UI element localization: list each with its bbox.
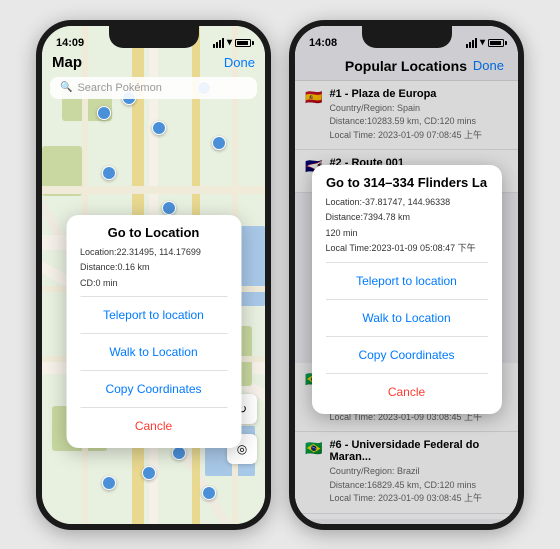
popup-divider4 [80,407,227,408]
marker5[interactable] [162,201,176,215]
popup-distance-2: Distance:7394.78 km [326,211,488,225]
teleport-button-1[interactable]: Teleport to location [80,303,227,327]
battery-icon [235,39,251,47]
wifi-icon: ▾ [227,37,232,48]
popup-title-2: Go to 314–334 Flinders La [326,175,488,190]
walk-button-2[interactable]: Walk to Location [326,306,488,330]
phone-notch [109,26,199,48]
phone1-time: 14:09 [56,37,84,49]
copy-button-2[interactable]: Copy Coordinates [326,343,488,367]
map-title-bar: Map Done [42,52,265,73]
signal-icon [213,38,224,48]
marker15[interactable] [202,486,216,500]
popup-cd-1: CD:0 min [80,277,227,291]
marker4[interactable] [102,166,116,180]
marker14[interactable] [102,476,116,490]
popup-divider-c [326,336,488,337]
phone2-notch [362,26,452,48]
popup-location-2: Location:-37.81747, 144.96338 [326,196,488,210]
popup-location-1: Location:22.31495, 114.17699 [80,246,227,260]
popup-divider-b [326,299,488,300]
map-header: Map Done 🔍 Search Pokémon [42,52,265,103]
phone1-status-icons: ▾ [213,37,251,48]
phone1-screen: 14:09 ▾ Map Done 🔍 Search Pokémon ↻ [42,26,265,524]
marker1[interactable] [97,106,111,120]
popup-content-1: Go to Location Location:22.31495, 114.17… [66,215,241,449]
popup-content-2: Go to 314–334 Flinders La Location:-37.8… [312,165,502,414]
walk-button-1[interactable]: Walk to Location [80,340,227,364]
map-popup-1: Go to Location Location:22.31495, 114.17… [66,215,241,449]
popup-title-1: Go to Location [80,225,227,240]
popup-divider-a [326,262,488,263]
popup-divider-d [326,373,488,374]
popup-divider2 [80,333,227,334]
popup-distance-1: Distance:0.16 km [80,261,227,275]
marker20[interactable] [142,466,156,480]
popup-divider1 [80,296,227,297]
cancel-button-2[interactable]: Cancle [326,380,488,404]
popup-divider3 [80,370,227,371]
map-title: Map [52,54,82,71]
search-icon: 🔍 [60,82,72,93]
popup-localtime-2: Local Time:2023-01-09 05:08:47 下午 [326,242,488,256]
map-done-button[interactable]: Done [224,55,255,70]
map-search-bar[interactable]: 🔍 Search Pokémon [50,77,257,99]
cancel-button-1[interactable]: Cancle [80,414,227,438]
popup-cd-2: 120 min [326,227,488,241]
search-placeholder: Search Pokémon [77,82,161,94]
marker2[interactable] [152,121,166,135]
phone2-screen: 14:08 ▾ Popular Locations Done 🇪🇸 #1 - P… [295,26,518,524]
marker3[interactable] [212,136,226,150]
copy-button-1[interactable]: Copy Coordinates [80,377,227,401]
phone-2: 14:08 ▾ Popular Locations Done 🇪🇸 #1 - P… [289,20,524,530]
phone-1: 14:09 ▾ Map Done 🔍 Search Pokémon ↻ [36,20,271,530]
teleport-button-2[interactable]: Teleport to location [326,269,488,293]
map-popup-2: Go to 314–334 Flinders La Location:-37.8… [312,165,502,414]
